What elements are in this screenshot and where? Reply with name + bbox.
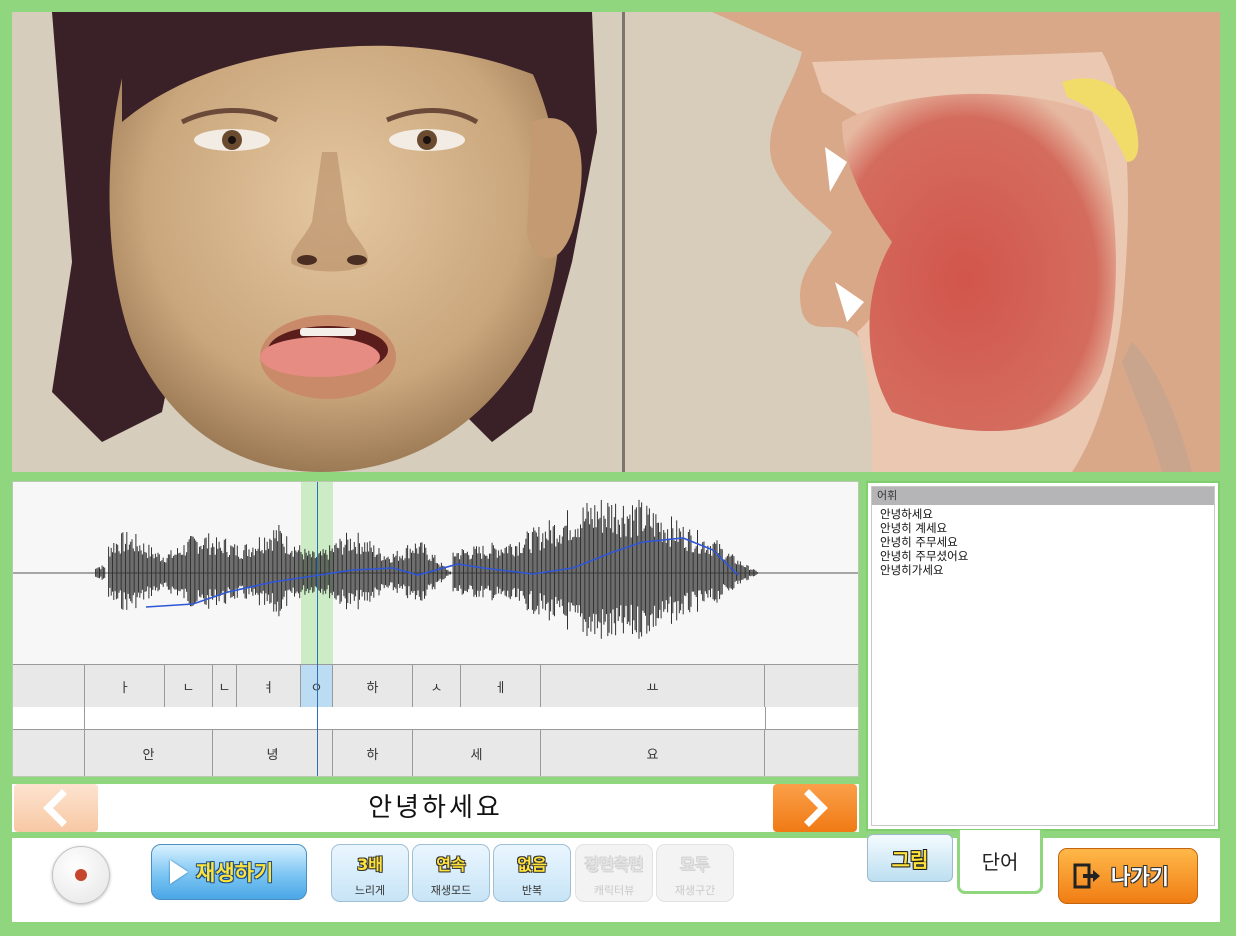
play-range-value: 모두 [680, 855, 710, 874]
play-range-caption: 재생구간 [674, 884, 716, 897]
play-button[interactable]: 재생하기 [151, 844, 307, 900]
repeat-value: 없음 [517, 855, 547, 874]
repeat-option-button[interactable]: 없음 반복 [493, 844, 571, 902]
control-bar: 재생하기 3배 느리게 연속 재생모드 없음 반복 정면측면 캐릭터뷰 모두 재… [12, 830, 1220, 922]
next-word-button[interactable] [773, 784, 857, 832]
phoneme-segment[interactable]: ㅅ [413, 665, 461, 707]
phoneme-segment[interactable] [765, 665, 858, 707]
tab-picture-label: 그림 [891, 847, 929, 872]
speed-option-button[interactable]: 3배 느리게 [331, 844, 409, 902]
repeat-caption: 반복 [521, 884, 543, 897]
syllable-segment[interactable]: 안 [85, 730, 213, 776]
word-navigation-bar: 안녕하세요 [12, 784, 859, 832]
phoneme-segment[interactable]: ㅔ [461, 665, 541, 707]
current-word-label: 안녕하세요 [368, 793, 503, 823]
phoneme-segment[interactable]: ㅕ [237, 665, 301, 707]
vocabulary-item[interactable]: 안녕히 주무셨어요 [880, 549, 1214, 563]
tab-word[interactable]: 단어 [957, 830, 1043, 894]
speed-value: 3배 [357, 855, 383, 874]
record-button[interactable] [52, 846, 110, 904]
character-view-value: 정면측면 [584, 855, 644, 874]
phoneme-segment[interactable]: ㅛ [541, 665, 765, 707]
phoneme-segment[interactable]: 하 [333, 665, 413, 707]
syllable-row: 안녕하세요 [13, 730, 858, 776]
tab-word-label: 단어 [981, 850, 1019, 874]
vocabulary-listbox[interactable]: 어휘 안녕하세요 안녕히 계세요 안녕히 주무세요 안녕히 주무셨어요 안녕히가… [871, 486, 1215, 826]
syllable-segment[interactable]: 요 [541, 730, 765, 776]
waveform-amplitude [95, 499, 758, 639]
character-view-button[interactable]: 정면측면 캐릭터뷰 [575, 844, 653, 902]
phoneme-row: ㅏㄴㄴㅕㅇ하ㅅㅔㅛ [13, 664, 858, 708]
vocabulary-item[interactable]: 안녕히 주무세요 [880, 535, 1214, 549]
syllable-segment[interactable]: 세 [413, 730, 541, 776]
syllable-segment[interactable] [13, 730, 85, 776]
syllable-segment[interactable]: 하 [333, 730, 413, 776]
play-mode-button[interactable]: 연속 재생모드 [412, 844, 490, 902]
play-triangle-icon [170, 860, 188, 884]
vocabulary-header: 어휘 [872, 487, 1214, 505]
record-icon [75, 869, 87, 881]
vocabulary-item[interactable]: 안녕히가세요 [880, 563, 1214, 577]
waveform-display[interactable] [13, 482, 858, 664]
exit-door-icon [1073, 863, 1100, 889]
play-range-button[interactable]: 모두 재생구간 [656, 844, 734, 902]
waveform-trace [95, 499, 758, 639]
waveform-panel[interactable]: ㅏㄴㄴㅕㅇ하ㅅㅔㅛ 안녕하세요 [12, 481, 859, 777]
side-section-view [625, 12, 1220, 472]
phoneme-segment[interactable]: ㄴ [213, 665, 237, 707]
play-mode-value: 연속 [436, 855, 466, 874]
character-view-caption: 캐릭터뷰 [593, 884, 635, 897]
phoneme-segment[interactable]: ㄴ [165, 665, 213, 707]
vocabulary-panel: 어휘 안녕하세요 안녕히 계세요 안녕히 주무세요 안녕히 주무셨어요 안녕히가… [866, 481, 1220, 831]
vocabulary-item[interactable]: 안녕히 계세요 [880, 521, 1214, 535]
playback-cursor[interactable] [317, 482, 318, 776]
annotation-cell [85, 707, 766, 729]
annotation-row [13, 707, 858, 730]
syllable-segment[interactable] [765, 730, 858, 776]
articulation-animation [12, 12, 1220, 472]
play-button-label: 재생하기 [196, 861, 274, 885]
phoneme-segment[interactable]: ㅏ [85, 665, 165, 707]
animation-view [12, 12, 1220, 472]
exit-button[interactable]: 나가기 [1058, 848, 1198, 904]
play-mode-caption: 재생모드 [430, 884, 472, 897]
vocabulary-list[interactable]: 안녕하세요 안녕히 계세요 안녕히 주무세요 안녕히 주무셨어요 안녕히가세요 [872, 505, 1214, 577]
tab-picture[interactable]: 그림 [867, 834, 953, 882]
exit-button-label: 나가기 [1111, 865, 1169, 889]
syllable-segment[interactable]: 녕 [213, 730, 333, 776]
speed-caption: 느리게 [354, 884, 386, 897]
phoneme-segment[interactable] [13, 665, 85, 707]
previous-word-button[interactable] [14, 784, 98, 832]
annotation-cell [766, 707, 858, 729]
chevron-right-icon [804, 789, 828, 827]
chevron-left-icon [43, 789, 67, 827]
annotation-cell [13, 707, 85, 729]
vocabulary-item[interactable]: 안녕하세요 [880, 507, 1214, 521]
